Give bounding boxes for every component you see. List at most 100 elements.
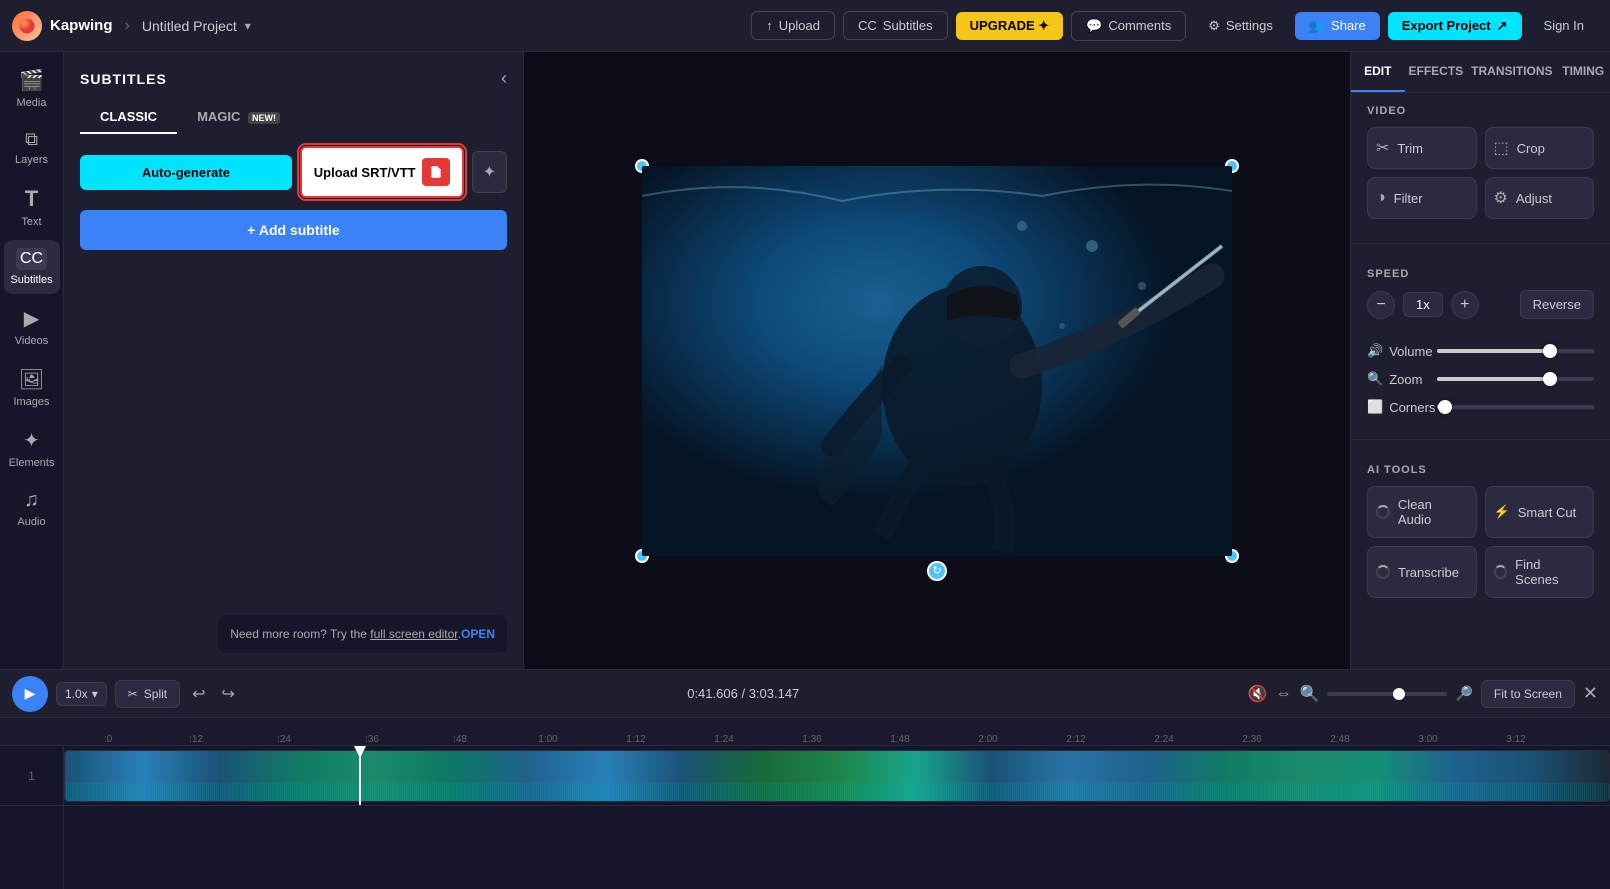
ai-tools-grid: Clean Audio ⚡ Smart Cut Transcribe Find … — [1367, 486, 1594, 598]
tab-magic[interactable]: MAGIC NEW! — [177, 101, 300, 134]
tab-effects[interactable]: EFFECTS — [1405, 52, 1468, 92]
speed-increase-button[interactable]: + — [1451, 291, 1479, 319]
volume-fill — [1437, 349, 1550, 353]
ruler-mark-6: 1:12 — [592, 734, 680, 745]
magic-icon-button[interactable]: ✦ — [472, 151, 507, 193]
tab-edit[interactable]: EDIT — [1351, 52, 1405, 92]
media-icon: 🎬 — [19, 68, 44, 93]
app-logo — [12, 11, 42, 41]
share-button[interactable]: 👥 Share — [1295, 12, 1380, 40]
volume-thumb[interactable] — [1543, 344, 1557, 358]
filter-tool-button[interactable]: ◑ Filter — [1367, 177, 1477, 219]
trim-tool-button[interactable]: ✂ Trim — [1367, 127, 1477, 169]
video-section-title: VIDEO — [1367, 105, 1594, 117]
sidebar-item-text[interactable]: T Text — [4, 178, 60, 236]
find-scenes-button[interactable]: Find Scenes — [1485, 546, 1595, 598]
sidebar-item-videos[interactable]: ▶ Videos — [4, 298, 60, 355]
track-number-1: 1 — [0, 746, 63, 806]
video-clip[interactable] — [64, 750, 1610, 802]
signin-button[interactable]: Sign In — [1530, 12, 1598, 39]
zoom-slider[interactable] — [1437, 377, 1594, 381]
layers-icon: ⧉ — [25, 129, 38, 150]
full-screen-editor-link[interactable]: full screen editor — [370, 627, 457, 641]
speed-decrease-button[interactable]: − — [1367, 291, 1395, 319]
sidebar-item-layers[interactable]: ⧉ Layers — [4, 121, 60, 174]
ruler-mark-4: :48 — [416, 734, 504, 745]
add-subtitle-button[interactable]: + Add subtitle — [80, 210, 507, 250]
transcribe-button[interactable]: Transcribe — [1367, 546, 1477, 598]
ruler-mark-14: 2:48 — [1296, 734, 1384, 745]
video-tools-grid: ✂ Trim ⬚ Crop ◑ Filter ⚙ Adjust — [1367, 127, 1594, 219]
upgrade-button[interactable]: UPGRADE ✦ — [956, 12, 1064, 40]
ruler-mark-11: 2:12 — [1032, 734, 1120, 745]
video-frame[interactable] — [642, 166, 1232, 556]
magic-new-badge: NEW! — [248, 112, 280, 124]
smart-cut-button[interactable]: ⚡ Smart Cut — [1485, 486, 1595, 538]
adjust-tool-button[interactable]: ⚙ Adjust — [1485, 177, 1595, 219]
speed-section-title: SPEED — [1367, 268, 1594, 280]
reverse-button[interactable]: Reverse — [1520, 290, 1594, 319]
corners-slider[interactable] — [1437, 405, 1594, 409]
speed-chevron-icon: ▾ — [92, 687, 98, 701]
ruler-marks: :0 :12 :24 :36 :48 1:00 1:12 1:24 1:36 1… — [64, 718, 1610, 745]
clean-audio-button[interactable]: Clean Audio — [1367, 486, 1477, 538]
panel-close-button[interactable]: ‹ — [501, 68, 507, 89]
playhead[interactable] — [359, 746, 361, 805]
video-tools-section: VIDEO ✂ Trim ⬚ Crop ◑ Filter ⚙ Adjust — [1351, 93, 1610, 243]
zoom-in-button[interactable]: 🔎 — [1455, 685, 1472, 702]
auto-generate-button[interactable]: Auto-generate — [80, 155, 292, 190]
audio-split-icon[interactable]: ⇔ — [1276, 685, 1292, 703]
zoom-fill — [1437, 377, 1550, 381]
tab-timing[interactable]: TIMING — [1557, 52, 1610, 92]
audio-waveform — [65, 783, 1609, 801]
redo-button[interactable]: ↪ — [218, 680, 239, 708]
main-area: 🎬 Media ⧉ Layers T Text CC Subtitles ▶ V… — [0, 52, 1610, 669]
settings-button[interactable]: ⚙ Settings — [1194, 12, 1287, 40]
undo-button[interactable]: ↩ — [188, 680, 209, 708]
timeline-time: 0:41.606 / 3:03.147 — [247, 686, 1240, 701]
project-name[interactable]: Untitled Project — [142, 18, 237, 34]
volume-slider[interactable] — [1437, 349, 1594, 353]
audio-icon: ♫ — [24, 489, 39, 512]
export-button[interactable]: Export Project ↗ — [1388, 12, 1522, 40]
project-chevron[interactable]: ▾ — [245, 19, 251, 33]
top-nav: Kapwing › Untitled Project ▾ ↑ Upload CC… — [0, 0, 1610, 52]
play-button[interactable]: ▶ — [12, 676, 48, 712]
sidebar-item-elements[interactable]: ✦ Elements — [4, 420, 60, 477]
crop-tool-button[interactable]: ⬚ Crop — [1485, 127, 1595, 169]
comments-button[interactable]: 💬 Comments — [1071, 11, 1186, 41]
mute-icon[interactable]: 🔇 — [1248, 684, 1268, 704]
speed-dropdown[interactable]: 1.0x ▾ — [56, 682, 107, 706]
zoom-slider-row: 🔍 Zoom — [1367, 371, 1594, 387]
smart-cut-icon: ⚡ — [1494, 504, 1510, 520]
open-button[interactable]: OPEN — [461, 627, 495, 641]
tab-classic[interactable]: CLASSIC — [80, 101, 177, 134]
sidebar-item-media[interactable]: 🎬 Media — [4, 60, 60, 117]
fit-to-screen-button[interactable]: Fit to Screen — [1481, 680, 1575, 708]
trim-icon: ✂ — [1376, 138, 1389, 158]
subtitles-nav-button[interactable]: CC Subtitles — [843, 11, 948, 40]
ai-tools-section: AI TOOLS Clean Audio ⚡ Smart Cut Transcr… — [1351, 452, 1610, 622]
corners-thumb[interactable] — [1438, 400, 1452, 414]
split-button[interactable]: ✂ Split — [115, 680, 180, 708]
timeline-ruler: :0 :12 :24 :36 :48 1:00 1:12 1:24 1:36 1… — [0, 718, 1610, 746]
sidebar-item-images[interactable]: 🖼 Images — [4, 359, 60, 416]
brand-name[interactable]: Kapwing — [50, 17, 113, 34]
timeline-tracks: 1 — [0, 746, 1610, 889]
handle-rotate[interactable]: ↻ — [927, 561, 947, 581]
zoom-thumb[interactable] — [1543, 372, 1557, 386]
crop-icon: ⬚ — [1494, 138, 1509, 158]
timeline-close-button[interactable]: ✕ — [1583, 683, 1598, 704]
zoom-slider-timeline[interactable] — [1327, 692, 1447, 696]
video-canvas: ↻ — [642, 166, 1232, 556]
tab-transitions[interactable]: TRANSITIONS — [1467, 52, 1556, 92]
subtitles-nav-icon: CC — [858, 18, 877, 33]
sidebar-item-subtitles[interactable]: CC Subtitles — [4, 240, 60, 294]
upload-button[interactable]: ↑ Upload — [751, 11, 835, 40]
zoom-out-button[interactable]: 🔍 — [1300, 684, 1320, 704]
tracks-content — [64, 746, 1610, 889]
sidebar-item-audio[interactable]: ♫ Audio — [4, 481, 60, 536]
zoom-thumb-timeline[interactable] — [1393, 688, 1405, 700]
right-tabs: EDIT EFFECTS TRANSITIONS TIMING — [1351, 52, 1610, 93]
upload-srt-button[interactable]: Upload SRT/VTT — [300, 146, 464, 198]
